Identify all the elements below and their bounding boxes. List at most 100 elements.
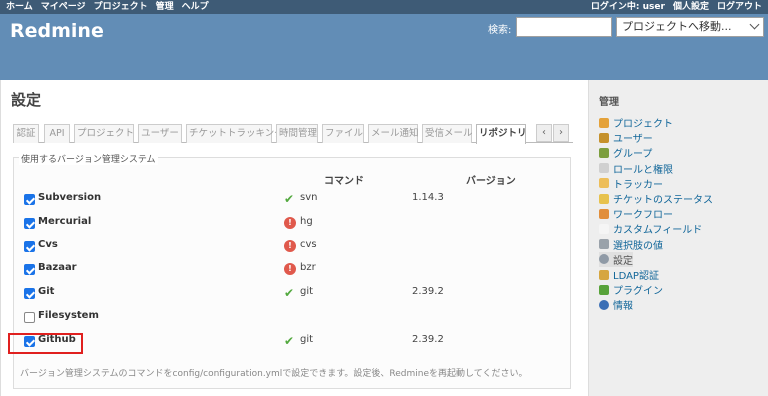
settings-icon [599, 254, 609, 265]
highlight-box [8, 333, 83, 354]
user-icon [599, 132, 609, 143]
sidebar-item-label: ユーザー [613, 134, 653, 146]
scm-legend: 使用するバージョン管理システム [19, 152, 158, 165]
top-menu: ホーム マイページ プロジェクト 管理 ヘルプ ログイン中: user 個人設定… [0, 0, 768, 14]
menu-administration[interactable]: 管理 [156, 0, 174, 14]
sidebar-item-label: ワークフロー [613, 210, 673, 222]
tab-files[interactable]: ファイル [322, 124, 364, 143]
sidebar-item[interactable]: ワークフロー [599, 206, 673, 221]
menu-my-account[interactable]: 個人設定 [673, 0, 709, 14]
checkmark-icon: ✔ [284, 286, 295, 300]
scm-checkbox[interactable] [24, 288, 35, 299]
error-icon: ! [284, 217, 296, 229]
scm-row: Subversion ✔ svn 1.14.3 [14, 188, 572, 210]
scm-command: bzr [300, 262, 316, 273]
sidebar-item-label: 情報 [613, 301, 633, 313]
sidebar-item-label: カスタムフィールド [613, 225, 703, 237]
chevron-down-icon [749, 19, 760, 30]
sidebar-item-label: チケットのステータス [613, 195, 713, 206]
header: Redmine 検索: プロジェクトへ移動... [0, 14, 768, 80]
scm-fieldset: 使用するバージョン管理システム コマンド バージョン Subversion ✔ sv… [13, 152, 572, 389]
menu-projects[interactable]: プロジェクト [94, 0, 148, 14]
sidebar-item[interactable]: グループ [599, 145, 652, 160]
menu-my-page[interactable]: マイページ [41, 0, 86, 14]
scm-checkbox[interactable] [24, 218, 35, 229]
sidebar-item[interactable]: チケットのステータス [599, 191, 713, 206]
sidebar-item[interactable]: プロジェクト [599, 115, 673, 130]
scm-checkbox[interactable] [24, 241, 35, 252]
scm-row: Filesystem [14, 306, 572, 328]
menu-home[interactable]: ホーム [6, 0, 33, 14]
scm-checkbox[interactable] [24, 264, 35, 275]
error-icon: ! [284, 240, 296, 252]
sidebar-item[interactable]: ロールと権限 [599, 161, 673, 176]
sidebar-item-label: 選択肢の値 [613, 240, 663, 252]
custom-field-icon [599, 223, 609, 234]
plugin-icon [599, 284, 609, 295]
ldap-icon [599, 269, 609, 280]
tab-time-tracking[interactable]: 時間管理 [276, 124, 318, 143]
sidebar-item[interactable]: トラッカー [599, 176, 663, 191]
scm-row: Git ✔ git 2.39.2 [14, 282, 572, 304]
project-jump-select[interactable]: プロジェクトへ移動... [616, 17, 764, 37]
settings-tabs: 認証 API プロジェクト ユーザー チケットトラッキング 時間管理 ファイル … [13, 123, 573, 144]
tab-scroll-prev-button[interactable]: ‹ [536, 124, 552, 142]
sidebar-item[interactable]: カスタムフィールド [599, 221, 702, 236]
scm-row: Cvs! cvs [14, 235, 572, 257]
scm-checkbox[interactable] [24, 312, 35, 323]
scm-row: Mercurial! hg [14, 212, 572, 234]
tab-authentication[interactable]: 認証 [13, 124, 39, 143]
scm-name: Cvs [38, 239, 58, 250]
scm-command: git [300, 334, 314, 345]
scm-row: Github ✔ git 2.39.2 [14, 330, 572, 352]
workflow-icon [599, 208, 609, 219]
tab-repositories[interactable]: リポジトリ [476, 124, 527, 144]
scm-hint: バージョン管理システムのコマンドをconfig/configuration.ym… [20, 369, 528, 379]
scm-name: Mercurial [38, 216, 92, 227]
scm-command: cvs [300, 239, 317, 250]
sidebar-item-label: LDAP認証 [613, 271, 659, 282]
sidebar-item-label: プロジェクト [613, 119, 673, 130]
scm-name: Bazaar [38, 262, 77, 273]
checkmark-icon: ✔ [284, 192, 295, 206]
sidebar-item-label: ロールと権限 [613, 164, 673, 176]
tab-incoming-emails[interactable]: 受信メール [422, 124, 473, 143]
sidebar-item-label: トラッカー [613, 179, 663, 191]
tab-api[interactable]: API [44, 124, 70, 143]
scm-command: svn [300, 192, 318, 203]
scm-version: 2.39.2 [412, 286, 444, 297]
sidebar-item[interactable]: ユーザー [599, 130, 653, 145]
menu-logout[interactable]: ログアウト [717, 0, 762, 14]
column-header-command: コマンド [324, 176, 364, 187]
scm-version: 2.39.2 [412, 334, 444, 345]
sidebar-item-label: プラグイン [613, 286, 663, 298]
page-title: 設定 [11, 91, 42, 109]
scm-checkbox[interactable] [24, 194, 35, 205]
column-header-version: バージョン [466, 176, 516, 187]
project-jump-label: プロジェクトへ移動... [622, 20, 732, 33]
error-icon: ! [284, 263, 296, 275]
tab-email-notifications[interactable]: メール通知 [368, 124, 419, 143]
sidebar-item[interactable]: 情報 [599, 297, 633, 312]
roles-icon [599, 163, 609, 174]
scm-name: Subversion [38, 192, 102, 203]
app-title[interactable]: Redmine [10, 20, 104, 42]
sidebar-item[interactable]: 設定 [599, 251, 633, 267]
checkmark-icon: ✔ [284, 334, 295, 348]
logged-in-as: ログイン中: user [590, 2, 665, 12]
scm-name: Filesystem [38, 310, 99, 321]
scm-command: hg [300, 216, 313, 227]
status-icon [599, 193, 609, 204]
menu-help[interactable]: ヘルプ [182, 0, 209, 14]
sidebar-item[interactable]: LDAP認証 [599, 267, 659, 282]
tab-users[interactable]: ユーザー [138, 124, 182, 143]
tab-projects[interactable]: プロジェクト [74, 124, 134, 143]
sidebar-item[interactable]: プラグイン [599, 282, 663, 297]
info-icon [599, 299, 609, 310]
tab-scroll-next-button[interactable]: › [553, 124, 569, 142]
search-label: 検索: [488, 25, 512, 36]
tab-issue-tracking[interactable]: チケットトラッキング [186, 124, 284, 143]
sidebar-item[interactable]: 選択肢の値 [599, 237, 663, 252]
scm-row: Bazaar! bzr [14, 258, 572, 280]
search-input[interactable] [516, 17, 612, 37]
